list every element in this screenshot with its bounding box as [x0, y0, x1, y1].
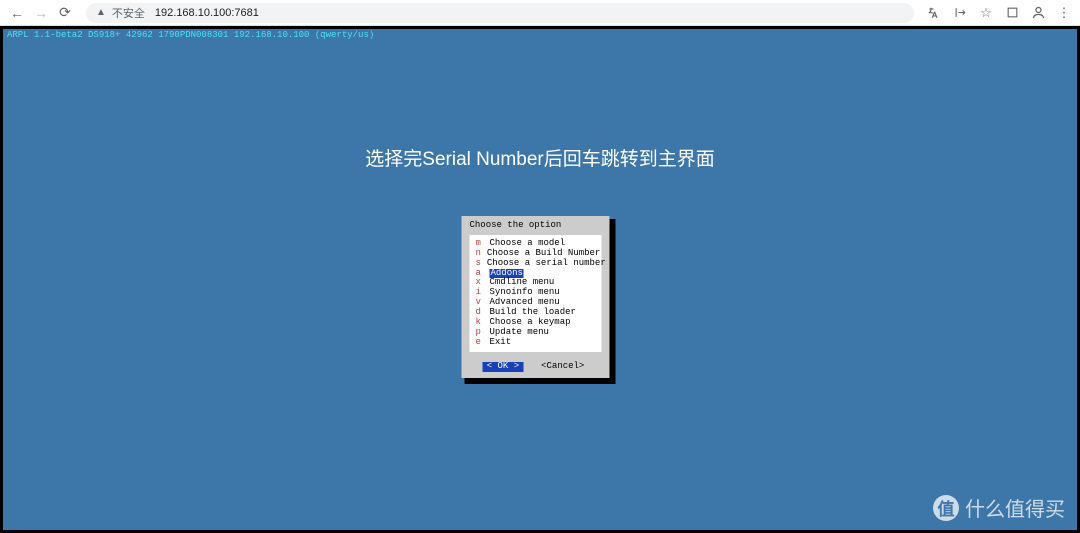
reload-button[interactable]: ⟳ — [56, 4, 74, 22]
translate-icon[interactable] — [926, 5, 942, 21]
dialog-menu: mChoose a modelnChoose a Build NumbersCh… — [470, 235, 602, 352]
security-label: 不安全 — [112, 5, 145, 21]
url-text: 192.168.10.100:7681 — [155, 7, 259, 19]
terminal-screen: ARPL 1.1-beta2 DS918+ 42962 1790PDN00830… — [3, 29, 1077, 530]
menu-item-key: e — [476, 338, 484, 348]
browser-toolbar: ← → ⟳ ▲ 不安全 192.168.10.100:7681 ☆ ⋮ — [0, 0, 1080, 26]
insecure-icon: ▲ — [96, 7, 106, 18]
terminal-status-line: ARPL 1.1-beta2 DS918+ 42962 1790PDN00830… — [3, 29, 1077, 41]
browser-actions: ☆ ⋮ — [926, 5, 1072, 21]
dialog-title: Choose the option — [462, 216, 610, 235]
profile-icon[interactable] — [1030, 5, 1046, 21]
forward-button[interactable]: → — [32, 4, 50, 22]
menu-dialog: Choose the option mChoose a modelnChoose… — [465, 219, 616, 384]
instruction-text: 选择完Serial Number后回车跳转到主界面 — [365, 144, 714, 171]
watermark-text: 什么值得买 — [965, 493, 1065, 522]
extensions-icon[interactable] — [1004, 5, 1020, 21]
watermark-badge-icon: 值 — [933, 495, 959, 521]
ok-button[interactable]: < OK > — [483, 362, 523, 372]
watermark: 值 什么值得买 — [933, 493, 1065, 522]
share-icon[interactable] — [952, 5, 968, 21]
menu-icon[interactable]: ⋮ — [1056, 5, 1072, 21]
menu-item-e[interactable]: e Exit — [476, 338, 596, 348]
back-button[interactable]: ← — [8, 4, 26, 22]
menu-item-label: Exit — [490, 338, 512, 348]
page-viewport: ARPL 1.1-beta2 DS918+ 42962 1790PDN00830… — [0, 26, 1080, 533]
bookmark-icon[interactable]: ☆ — [978, 5, 994, 21]
address-bar[interactable]: ▲ 不安全 192.168.10.100:7681 — [86, 3, 914, 23]
cancel-button[interactable]: <Cancel> — [537, 362, 588, 372]
